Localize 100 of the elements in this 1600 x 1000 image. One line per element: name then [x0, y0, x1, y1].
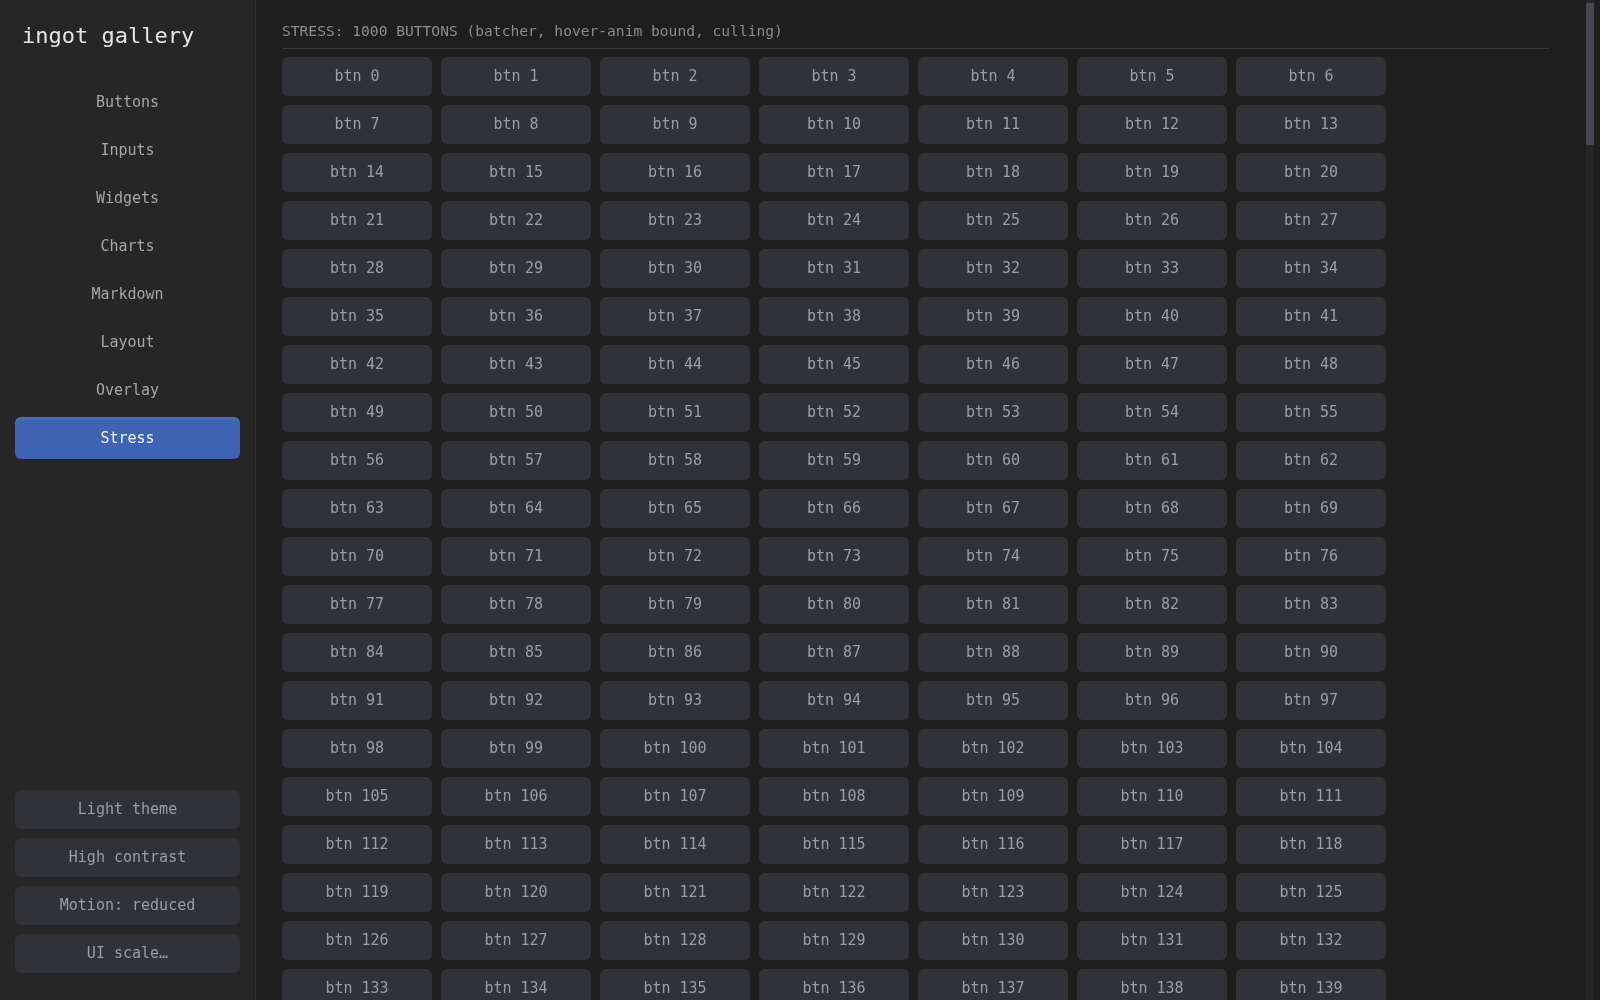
test-button[interactable]: btn 100 — [600, 729, 750, 768]
test-button[interactable]: btn 73 — [759, 537, 909, 576]
test-button[interactable]: btn 10 — [759, 105, 909, 144]
test-button[interactable]: btn 91 — [282, 681, 432, 720]
test-button[interactable]: btn 80 — [759, 585, 909, 624]
test-button[interactable]: btn 130 — [918, 921, 1068, 960]
test-button[interactable]: btn 128 — [600, 921, 750, 960]
nav-item[interactable]: Widgets — [15, 177, 240, 219]
test-button[interactable]: btn 21 — [282, 201, 432, 240]
test-button[interactable]: btn 11 — [918, 105, 1068, 144]
test-button[interactable]: btn 56 — [282, 441, 432, 480]
test-button[interactable]: btn 64 — [441, 489, 591, 528]
test-button[interactable]: btn 13 — [1236, 105, 1386, 144]
test-button[interactable]: btn 36 — [441, 297, 591, 336]
test-button[interactable]: btn 98 — [282, 729, 432, 768]
test-button[interactable]: btn 33 — [1077, 249, 1227, 288]
test-button[interactable]: btn 102 — [918, 729, 1068, 768]
test-button[interactable]: btn 137 — [918, 969, 1068, 1000]
test-button[interactable]: btn 4 — [918, 57, 1068, 96]
test-button[interactable]: btn 51 — [600, 393, 750, 432]
test-button[interactable]: btn 45 — [759, 345, 909, 384]
test-button[interactable]: btn 68 — [1077, 489, 1227, 528]
test-button[interactable]: btn 123 — [918, 873, 1068, 912]
test-button[interactable]: btn 119 — [282, 873, 432, 912]
test-button[interactable]: btn 47 — [1077, 345, 1227, 384]
setting-button[interactable]: Motion: reduced — [15, 886, 240, 925]
test-button[interactable]: btn 109 — [918, 777, 1068, 816]
nav-item[interactable]: Buttons — [15, 81, 240, 123]
test-button[interactable]: btn 23 — [600, 201, 750, 240]
test-button[interactable]: btn 14 — [282, 153, 432, 192]
test-button[interactable]: btn 2 — [600, 57, 750, 96]
test-button[interactable]: btn 37 — [600, 297, 750, 336]
test-button[interactable]: btn 12 — [1077, 105, 1227, 144]
test-button[interactable]: btn 75 — [1077, 537, 1227, 576]
test-button[interactable]: btn 118 — [1236, 825, 1386, 864]
test-button[interactable]: btn 6 — [1236, 57, 1386, 96]
test-button[interactable]: btn 121 — [600, 873, 750, 912]
test-button[interactable]: btn 79 — [600, 585, 750, 624]
test-button[interactable]: btn 97 — [1236, 681, 1386, 720]
test-button[interactable]: btn 133 — [282, 969, 432, 1000]
test-button[interactable]: btn 28 — [282, 249, 432, 288]
nav-item[interactable]: Markdown — [15, 273, 240, 315]
test-button[interactable]: btn 65 — [600, 489, 750, 528]
test-button[interactable]: btn 87 — [759, 633, 909, 672]
test-button[interactable]: btn 71 — [441, 537, 591, 576]
test-button[interactable]: btn 54 — [1077, 393, 1227, 432]
test-button[interactable]: btn 85 — [441, 633, 591, 672]
test-button[interactable]: btn 78 — [441, 585, 591, 624]
test-button[interactable]: btn 31 — [759, 249, 909, 288]
test-button[interactable]: btn 117 — [1077, 825, 1227, 864]
test-button[interactable]: btn 103 — [1077, 729, 1227, 768]
test-button[interactable]: btn 59 — [759, 441, 909, 480]
test-button[interactable]: btn 125 — [1236, 873, 1386, 912]
test-button[interactable]: btn 63 — [282, 489, 432, 528]
test-button[interactable]: btn 9 — [600, 105, 750, 144]
test-button[interactable]: btn 70 — [282, 537, 432, 576]
scrollbar-track[interactable] — [1586, 0, 1594, 1000]
test-button[interactable]: btn 86 — [600, 633, 750, 672]
test-button[interactable]: btn 132 — [1236, 921, 1386, 960]
test-button[interactable]: btn 94 — [759, 681, 909, 720]
test-button[interactable]: btn 16 — [600, 153, 750, 192]
test-button[interactable]: btn 93 — [600, 681, 750, 720]
test-button[interactable]: btn 92 — [441, 681, 591, 720]
test-button[interactable]: btn 27 — [1236, 201, 1386, 240]
test-button[interactable]: btn 129 — [759, 921, 909, 960]
test-button[interactable]: btn 139 — [1236, 969, 1386, 1000]
test-button[interactable]: btn 83 — [1236, 585, 1386, 624]
test-button[interactable]: btn 30 — [600, 249, 750, 288]
nav-item[interactable]: Stress — [15, 417, 240, 459]
test-button[interactable]: btn 25 — [918, 201, 1068, 240]
test-button[interactable]: btn 84 — [282, 633, 432, 672]
test-button[interactable]: btn 1 — [441, 57, 591, 96]
test-button[interactable]: btn 114 — [600, 825, 750, 864]
test-button[interactable]: btn 18 — [918, 153, 1068, 192]
test-button[interactable]: btn 126 — [282, 921, 432, 960]
test-button[interactable]: btn 101 — [759, 729, 909, 768]
test-button[interactable]: btn 62 — [1236, 441, 1386, 480]
test-button[interactable]: btn 38 — [759, 297, 909, 336]
test-button[interactable]: btn 22 — [441, 201, 591, 240]
test-button[interactable]: btn 48 — [1236, 345, 1386, 384]
test-button[interactable]: btn 74 — [918, 537, 1068, 576]
test-button[interactable]: btn 53 — [918, 393, 1068, 432]
test-button[interactable]: btn 105 — [282, 777, 432, 816]
test-button[interactable]: btn 106 — [441, 777, 591, 816]
test-button[interactable]: btn 49 — [282, 393, 432, 432]
test-button[interactable]: btn 88 — [918, 633, 1068, 672]
test-button[interactable]: btn 107 — [600, 777, 750, 816]
test-button[interactable]: btn 95 — [918, 681, 1068, 720]
nav-item[interactable]: Inputs — [15, 129, 240, 171]
test-button[interactable]: btn 136 — [759, 969, 909, 1000]
test-button[interactable]: btn 69 — [1236, 489, 1386, 528]
test-button[interactable]: btn 44 — [600, 345, 750, 384]
test-button[interactable]: btn 8 — [441, 105, 591, 144]
test-button[interactable]: btn 89 — [1077, 633, 1227, 672]
test-button[interactable]: btn 99 — [441, 729, 591, 768]
test-button[interactable]: btn 111 — [1236, 777, 1386, 816]
test-button[interactable]: btn 39 — [918, 297, 1068, 336]
test-button[interactable]: btn 17 — [759, 153, 909, 192]
test-button[interactable]: btn 76 — [1236, 537, 1386, 576]
test-button[interactable]: btn 138 — [1077, 969, 1227, 1000]
